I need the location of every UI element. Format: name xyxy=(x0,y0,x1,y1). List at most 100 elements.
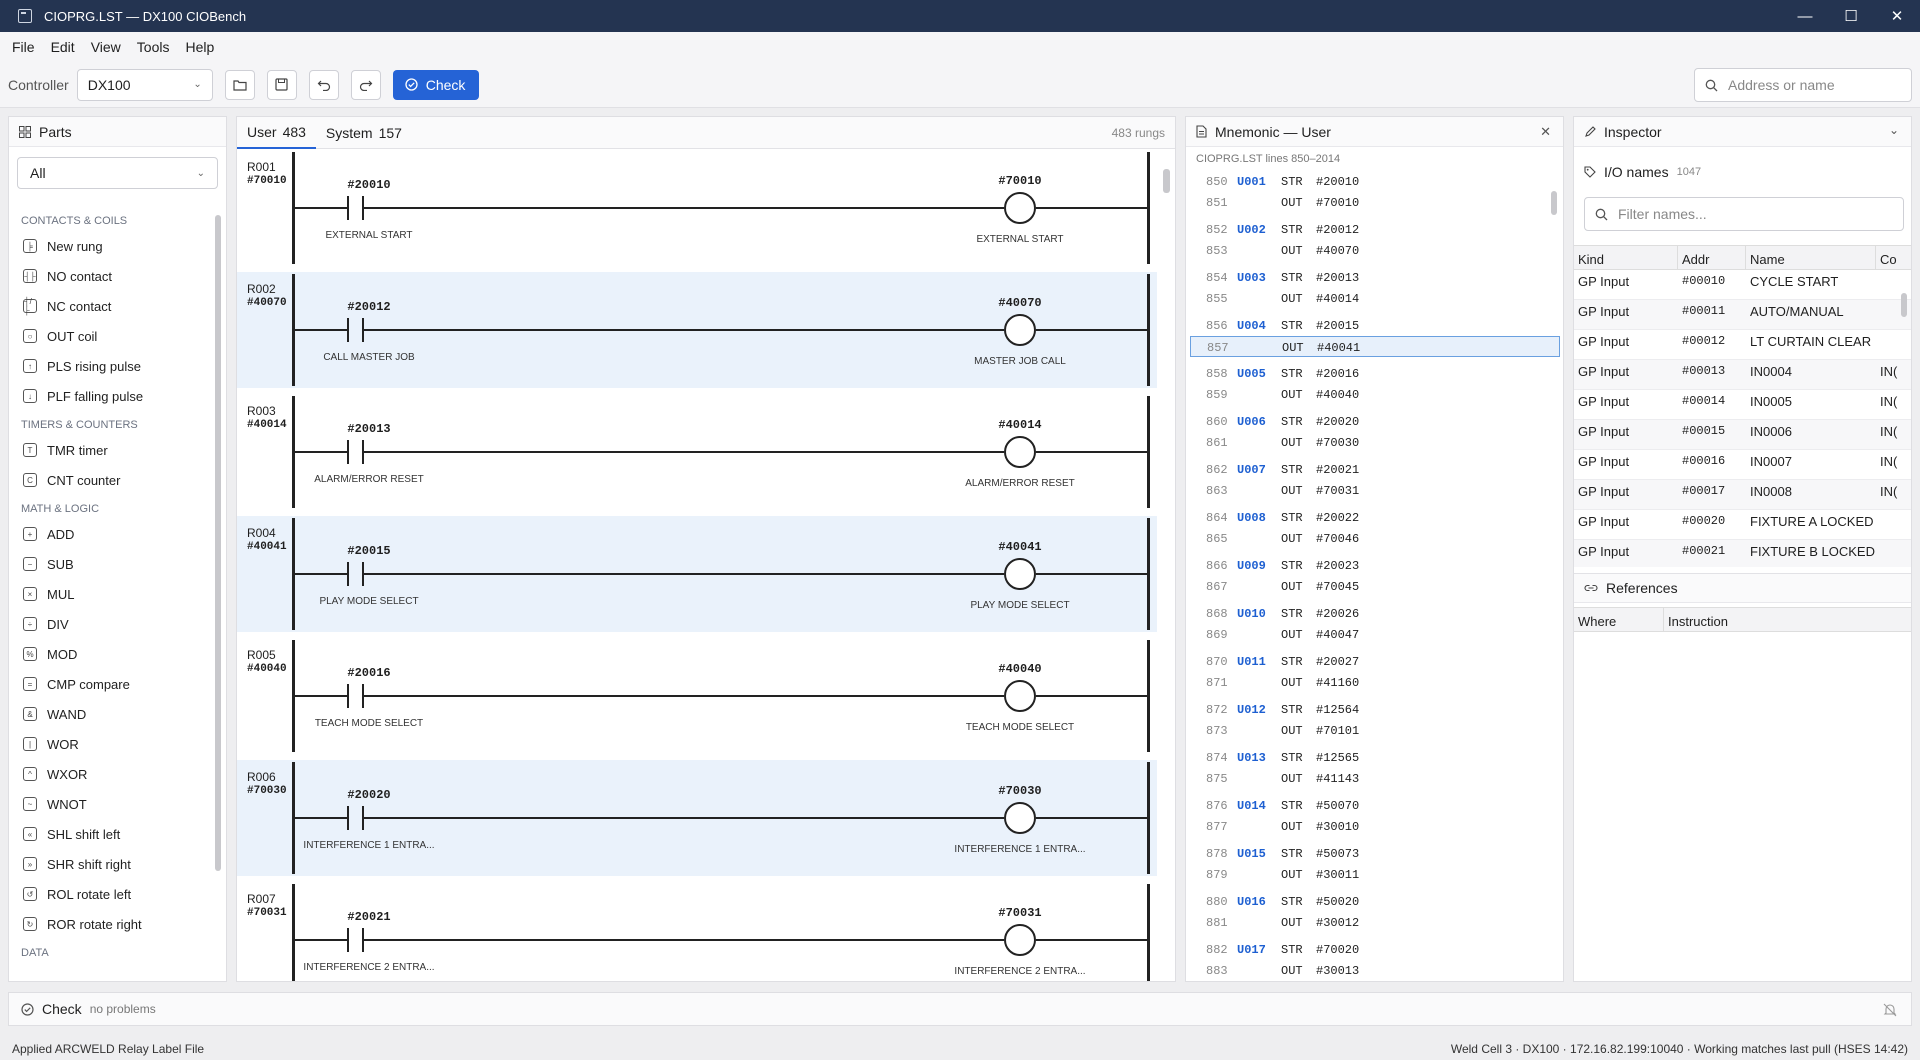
parts-item[interactable]: ÷ DIV xyxy=(9,609,214,639)
output-coil[interactable] xyxy=(1004,558,1036,590)
operand[interactable]: #20023 xyxy=(1316,559,1359,573)
step-label[interactable]: U005 xyxy=(1237,367,1266,381)
tab-user[interactable]: User 483 xyxy=(237,117,316,149)
undo-button[interactable] xyxy=(308,69,339,100)
io-filter-input[interactable]: Filter names... xyxy=(1584,197,1904,231)
mnemonic-line[interactable]: 870 U011 STR #20027 xyxy=(1190,651,1560,672)
operand[interactable]: #20016 xyxy=(1316,367,1359,381)
mnemonic-line[interactable]: 871 OUT #41160 xyxy=(1190,672,1560,693)
operand[interactable]: #30013 xyxy=(1316,964,1359,978)
save-button[interactable] xyxy=(266,69,297,100)
mnemonic-line[interactable]: 875 OUT #41143 xyxy=(1190,768,1560,789)
parts-filter-select[interactable]: All ⌄ xyxy=(17,157,218,189)
redo-button[interactable] xyxy=(350,69,381,100)
parts-item[interactable]: − SUB xyxy=(9,549,214,579)
contact-left-bar[interactable] xyxy=(347,562,349,586)
operand[interactable]: #40041 xyxy=(1317,341,1360,355)
operand[interactable]: #30011 xyxy=(1316,868,1359,882)
contact-left-bar[interactable] xyxy=(347,806,349,830)
io-table-row[interactable]: GP Input #00017 IN0008 IN( xyxy=(1574,480,1911,510)
mnemonic-line[interactable]: 868 U010 STR #20026 xyxy=(1190,603,1560,624)
close-window-button[interactable]: ✕ xyxy=(1874,0,1920,32)
menu-file[interactable]: File xyxy=(4,39,43,55)
io-table-row[interactable]: GP Input #00015 IN0006 IN( xyxy=(1574,420,1911,450)
contact-left-bar[interactable] xyxy=(347,684,349,708)
io-table-row[interactable]: GP Input #00014 IN0005 IN( xyxy=(1574,390,1911,420)
contact-left-bar[interactable] xyxy=(347,440,349,464)
bell-off-icon[interactable] xyxy=(1883,1003,1897,1017)
maximize-button[interactable]: ☐ xyxy=(1828,0,1874,32)
operand[interactable]: #20015 xyxy=(1316,319,1359,333)
mnemonic-line[interactable]: 856 U004 STR #20015 xyxy=(1190,315,1560,336)
mnemonic-line[interactable]: 872 U012 STR #12564 xyxy=(1190,699,1560,720)
parts-item[interactable]: C CNT counter xyxy=(9,465,214,495)
io-table-row[interactable]: GP Input #00016 IN0007 IN( xyxy=(1574,450,1911,480)
operand[interactable]: #12564 xyxy=(1316,703,1359,717)
mnemonic-line[interactable]: 874 U013 STR #12565 xyxy=(1190,747,1560,768)
operand[interactable]: #40014 xyxy=(1316,292,1359,306)
contact-left-bar[interactable] xyxy=(347,928,349,952)
step-label[interactable]: U011 xyxy=(1237,655,1266,669)
io-table-row[interactable]: GP Input #00013 IN0004 IN( xyxy=(1574,360,1911,390)
operand[interactable]: #40070 xyxy=(1316,244,1359,258)
mnemonic-line[interactable]: 869 OUT #40047 xyxy=(1190,624,1560,645)
io-table-row[interactable]: GP Input #00010 CYCLE START xyxy=(1574,270,1911,300)
parts-item[interactable]: % MOD xyxy=(9,639,214,669)
operand[interactable]: #30010 xyxy=(1316,820,1359,834)
ladder-rung[interactable]: R006 #70030 #20020 INTERFERENCE 1 ENTRA... #… xyxy=(237,760,1157,876)
operand[interactable]: #20021 xyxy=(1316,463,1359,477)
mnemonic-line[interactable]: 883 OUT #30013 xyxy=(1190,960,1560,981)
operand[interactable]: #70020 xyxy=(1316,943,1359,957)
step-label[interactable]: U003 xyxy=(1237,271,1266,285)
operand[interactable]: #41143 xyxy=(1316,772,1359,786)
output-coil[interactable] xyxy=(1004,436,1036,468)
output-coil[interactable] xyxy=(1004,680,1036,712)
step-label[interactable]: U004 xyxy=(1237,319,1266,333)
mnemonic-scrollbar[interactable] xyxy=(1551,191,1557,215)
output-coil[interactable] xyxy=(1004,192,1036,224)
mnemonic-line[interactable]: 863 OUT #70031 xyxy=(1190,480,1560,501)
step-label[interactable]: U013 xyxy=(1237,751,1266,765)
ladder-rung[interactable]: R003 #40014 #20013 ALARM/ERROR RESET #40014 A… xyxy=(237,394,1157,510)
mnemonic-line[interactable]: 873 OUT #70101 xyxy=(1190,720,1560,741)
operand[interactable]: #50070 xyxy=(1316,799,1359,813)
parts-item[interactable]: × MUL xyxy=(9,579,214,609)
parts-item[interactable]: T TMR timer xyxy=(9,435,214,465)
operand[interactable]: #70030 xyxy=(1316,436,1359,450)
step-label[interactable]: U017 xyxy=(1237,943,1266,957)
output-coil[interactable] xyxy=(1004,802,1036,834)
step-label[interactable]: U002 xyxy=(1237,223,1266,237)
parts-item[interactable]: ┤├ NO contact xyxy=(9,261,214,291)
mnemonic-line[interactable]: 862 U007 STR #20021 xyxy=(1190,459,1560,480)
mnemonic-line[interactable]: 876 U014 STR #50070 xyxy=(1190,795,1560,816)
mnemonic-line[interactable]: 867 OUT #70045 xyxy=(1190,576,1560,597)
parts-item[interactable]: ↻ ROR rotate right xyxy=(9,909,214,939)
step-label[interactable]: U016 xyxy=(1237,895,1266,909)
parts-item[interactable]: + ADD xyxy=(9,519,214,549)
parts-item[interactable]: = CMP compare xyxy=(9,669,214,699)
mnemonic-line[interactable]: 857 OUT #40041 xyxy=(1190,336,1560,357)
operand[interactable]: #20020 xyxy=(1316,415,1359,429)
operand[interactable]: #50073 xyxy=(1316,847,1359,861)
col-kind[interactable]: Kind xyxy=(1574,246,1678,269)
col-instruction[interactable]: Instruction xyxy=(1664,608,1911,631)
mnemonic-line[interactable]: 861 OUT #70030 xyxy=(1190,432,1560,453)
mnemonic-line[interactable]: 858 U005 STR #20016 xyxy=(1190,363,1560,384)
operand[interactable]: #20026 xyxy=(1316,607,1359,621)
mnemonic-line[interactable]: 860 U006 STR #20020 xyxy=(1190,411,1560,432)
mnemonic-line[interactable]: 864 U008 STR #20022 xyxy=(1190,507,1560,528)
operand[interactable]: #40040 xyxy=(1316,388,1359,402)
operand[interactable]: #40047 xyxy=(1316,628,1359,642)
chevron-down-icon[interactable]: ⌄ xyxy=(1889,123,1899,137)
open-button[interactable] xyxy=(224,69,255,100)
mnemonic-line[interactable]: 882 U017 STR #70020 xyxy=(1190,939,1560,960)
contact-left-bar[interactable] xyxy=(347,318,349,342)
parts-item[interactable]: ↓ PLF falling pulse xyxy=(9,381,214,411)
operand[interactable]: #30012 xyxy=(1316,916,1359,930)
menu-edit[interactable]: Edit xyxy=(43,39,83,55)
parts-item[interactable]: ╞ New rung xyxy=(9,231,214,261)
parts-scrollbar[interactable] xyxy=(215,215,221,871)
step-label[interactable]: U015 xyxy=(1237,847,1266,861)
mnemonic-line[interactable]: 865 OUT #70046 xyxy=(1190,528,1560,549)
step-label[interactable]: U001 xyxy=(1237,175,1266,189)
